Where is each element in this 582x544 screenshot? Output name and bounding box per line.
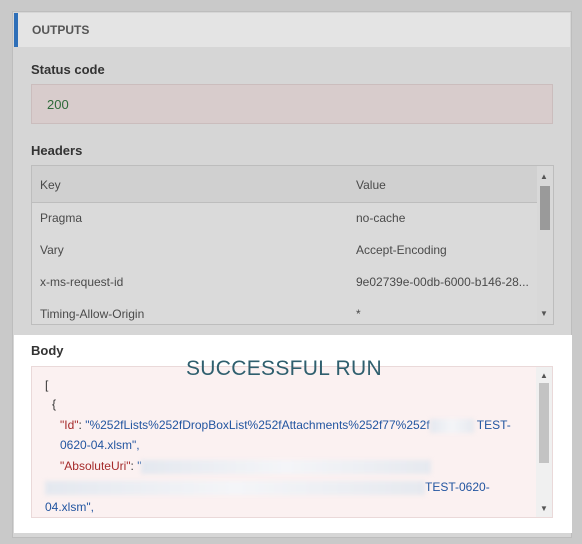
scrollbar-thumb[interactable] xyxy=(540,186,550,230)
redacted-region xyxy=(45,480,425,495)
body-json-box[interactable]: [ { "Id": "%252fLists%252fDropBoxList%25… xyxy=(31,366,553,518)
headers-table[interactable]: Key Value Pragma no-cache Vary Accept-En… xyxy=(31,165,554,325)
scroll-up-arrow-icon[interactable]: ▲ xyxy=(540,371,548,380)
body-section: Body [ { "Id": "%252fLists%252fDropBoxLi… xyxy=(14,335,572,533)
redacted-region xyxy=(429,418,474,433)
table-row-key: x-ms-request-id xyxy=(40,275,124,289)
json-id-value-tail: TEST- xyxy=(476,418,511,432)
status-code-label: Status code xyxy=(31,62,105,77)
scroll-down-arrow-icon[interactable]: ▼ xyxy=(540,504,548,513)
json-uri-line: "AbsoluteUri": " xyxy=(60,459,432,474)
table-row-value: Accept-Encoding xyxy=(356,243,447,257)
scroll-up-arrow-icon[interactable]: ▲ xyxy=(540,172,548,181)
headers-table-header-row: Key Value xyxy=(32,166,538,203)
table-row-value: * xyxy=(356,307,361,321)
body-label: Body xyxy=(31,343,64,358)
table-row-key: Vary xyxy=(40,243,64,257)
json-uri-value-tail: TEST-0620- xyxy=(425,480,490,494)
headers-label: Headers xyxy=(31,143,83,158)
json-id-line: "Id": "%252fLists%252fDropBoxList%252fAt… xyxy=(60,418,511,433)
table-row-value: no-cache xyxy=(356,211,406,225)
column-header-key: Key xyxy=(40,178,61,192)
json-id-value: "%252fLists%252fDropBoxList%252fAttachme… xyxy=(85,418,430,432)
body-scrollbar[interactable]: ▲ ▼ xyxy=(536,367,552,517)
column-header-value: Value xyxy=(356,178,386,192)
table-row-key: Pragma xyxy=(40,211,83,225)
table-row-value: 9e02739e-00db-6000-b146-28... xyxy=(356,275,529,289)
scroll-down-arrow-icon[interactable]: ▼ xyxy=(540,309,548,318)
json-open-bracket: [ xyxy=(45,378,49,392)
table-row-key: Timing-Allow-Origin xyxy=(40,307,145,321)
status-code-value: 200 xyxy=(47,97,69,112)
json-id-value-continued: 0620-04.xlsm", xyxy=(60,438,140,452)
json-open-brace: { xyxy=(52,397,57,411)
outputs-section-header[interactable]: OUTPUTS xyxy=(14,13,570,47)
json-uri-key: "AbsoluteUri" xyxy=(60,459,131,473)
scrollbar-thumb[interactable] xyxy=(539,383,549,463)
json-uri-value-continued: 04.xlsm", xyxy=(45,500,94,514)
status-code-box: 200 xyxy=(31,84,553,124)
redacted-region xyxy=(141,459,432,474)
successful-run-annotation: SUCCESSFUL RUN xyxy=(186,357,382,380)
json-id-key: "Id" xyxy=(60,418,79,432)
json-uri-line-2: TEST-0620- xyxy=(45,480,490,495)
headers-scrollbar[interactable]: ▲ ▼ xyxy=(537,166,553,324)
outputs-title: OUTPUTS xyxy=(32,23,90,37)
